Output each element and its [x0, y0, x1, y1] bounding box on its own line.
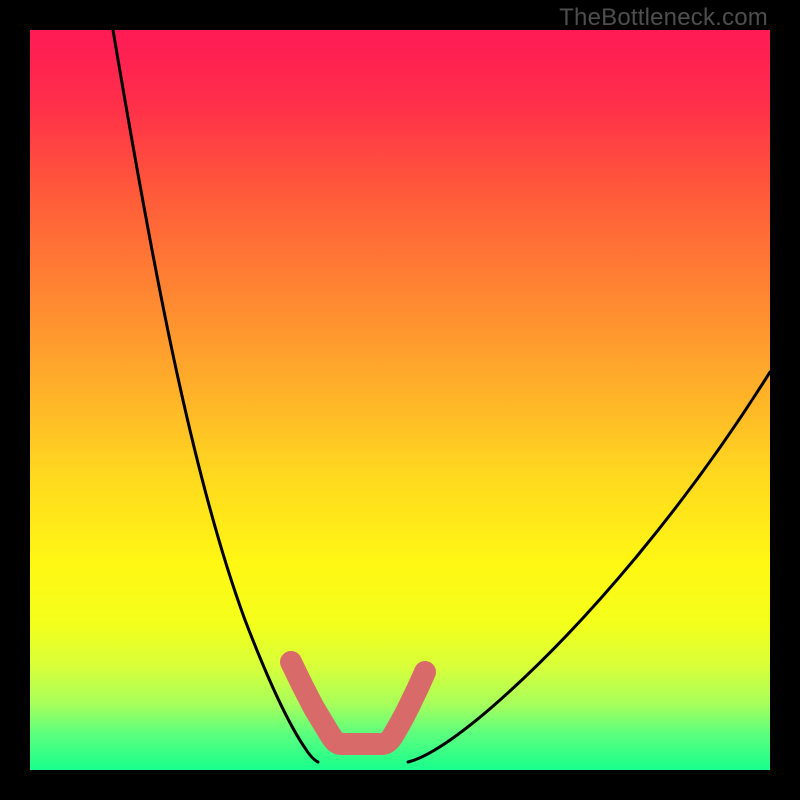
watermark-text: TheBottleneck.com	[559, 4, 768, 32]
highlight-valley	[291, 662, 425, 744]
plot-frame	[30, 30, 770, 770]
curve-right	[408, 372, 770, 762]
chart-curves	[30, 30, 770, 770]
